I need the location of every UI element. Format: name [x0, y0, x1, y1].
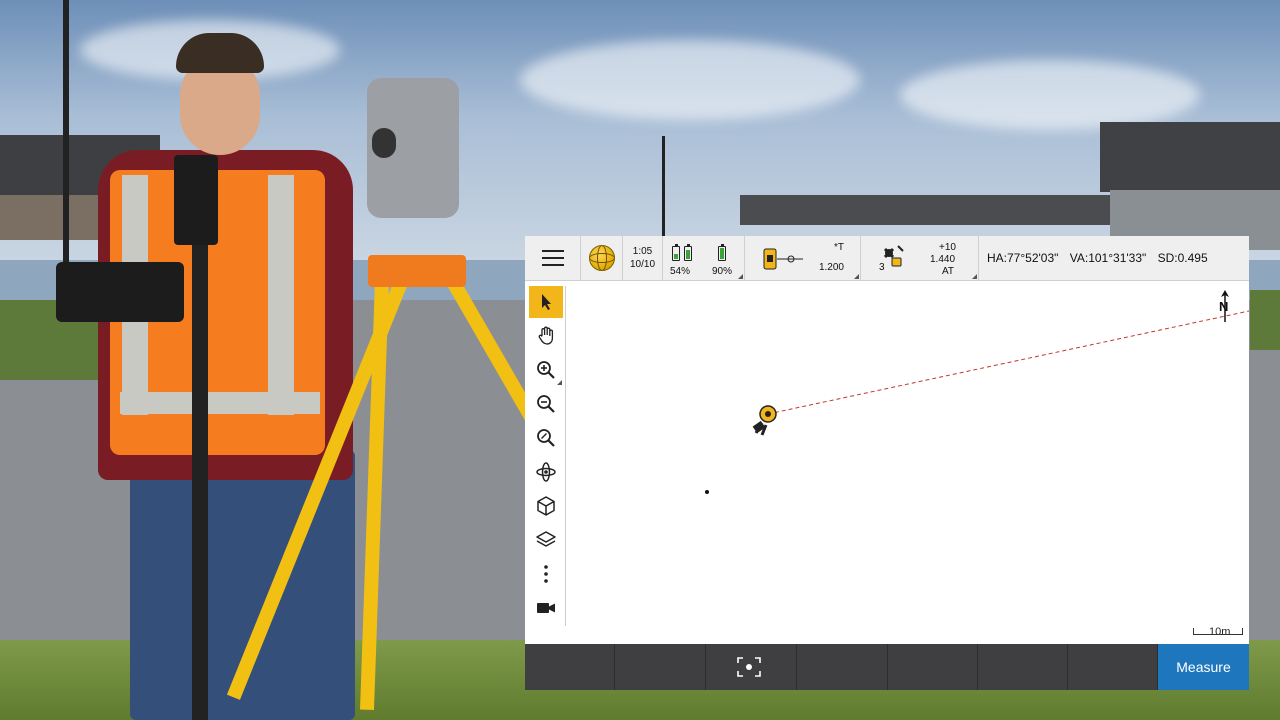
- battery-icon: [684, 243, 692, 261]
- instrument-status[interactable]: *T 1.200: [745, 236, 861, 280]
- angle-readout[interactable]: HA:77°52'03" VA:101°31'33" SD:0.495: [979, 236, 1249, 280]
- total-station-icon: [763, 248, 803, 270]
- zoom-extents-tool[interactable]: [529, 422, 563, 454]
- vest-stripe: [268, 175, 294, 415]
- antenna-height: 1.440: [930, 254, 956, 265]
- street-light: [662, 136, 665, 236]
- status-bar: 1:05 10/10 54% 90% *T 1.200 3 +10 1.440 …: [525, 236, 1249, 281]
- line-to-target: [767, 310, 1249, 415]
- va-readout: VA:101°31'33": [1069, 251, 1147, 265]
- softkey-6[interactable]: [978, 644, 1068, 690]
- target-label: *T: [834, 242, 844, 253]
- house-roof: [1100, 122, 1280, 192]
- prism: [174, 155, 218, 245]
- softkey-7[interactable]: [1068, 644, 1158, 690]
- sat-mode: AT: [942, 266, 955, 277]
- softkey-2[interactable]: [615, 644, 706, 690]
- hamburger-icon: [541, 250, 564, 266]
- battery-icon: [718, 243, 726, 261]
- view-cube-tool[interactable]: [529, 490, 563, 522]
- layers-tool[interactable]: [529, 524, 563, 556]
- zoom-extents-icon: [537, 429, 555, 447]
- time-text: 1:05: [632, 246, 653, 257]
- softkey-4[interactable]: [797, 644, 888, 690]
- softkey-target[interactable]: [706, 644, 797, 690]
- menu-button[interactable]: [525, 236, 581, 280]
- sd-readout: SD:0.495: [1157, 251, 1208, 265]
- instrument-battery-text: 90%: [712, 266, 733, 277]
- measure-button[interactable]: Measure: [1158, 644, 1249, 690]
- focus-target-icon: [737, 657, 761, 677]
- scale-bar: [1193, 628, 1243, 635]
- job-button[interactable]: [581, 236, 623, 280]
- vest-stripe: [120, 392, 320, 414]
- orbit-tool[interactable]: [529, 456, 563, 488]
- ha-readout: HA:77°52'03": [987, 251, 1059, 265]
- globe-icon: [588, 245, 615, 271]
- prism-pole: [192, 240, 208, 720]
- lawn: [1250, 290, 1280, 350]
- controller-tablet: [56, 262, 184, 322]
- cloud: [900, 60, 1200, 130]
- total-station-lens: [372, 128, 396, 158]
- target-height: 1.200: [818, 262, 844, 273]
- person-hair: [176, 33, 264, 73]
- pan-hand-icon: [538, 326, 554, 345]
- tripod-head: [368, 255, 466, 287]
- sat-offset: +10: [939, 242, 956, 253]
- softkey-1[interactable]: [525, 644, 615, 690]
- survey-app-panel: 1:05 10/10 54% 90% *T 1.200 3 +10 1.440 …: [525, 236, 1249, 690]
- cube-view-icon: [537, 496, 555, 516]
- cloud: [520, 40, 860, 120]
- zoom-out-icon: [537, 395, 555, 413]
- bottom-bar: Measure: [525, 644, 1249, 690]
- more-icon: [544, 565, 548, 583]
- select-arrow-icon: [542, 294, 551, 310]
- more-tool[interactable]: [529, 558, 563, 590]
- select-tool[interactable]: [529, 286, 563, 318]
- video-tool[interactable]: [529, 592, 563, 624]
- date-text: 10/10: [629, 259, 656, 270]
- satellite-count: 3: [879, 262, 885, 273]
- pan-tool[interactable]: [529, 320, 563, 352]
- map-toolbar: [525, 286, 566, 626]
- controller-battery-text: 54%: [670, 266, 691, 277]
- zoom-out-tool[interactable]: [529, 388, 563, 420]
- battery-status[interactable]: 54% 90%: [663, 236, 745, 280]
- north-label: N: [1219, 299, 1229, 314]
- softkey-5[interactable]: [888, 644, 978, 690]
- zoom-in-tool[interactable]: [529, 354, 563, 386]
- survey-point[interactable]: [705, 490, 709, 494]
- zoom-in-icon: [537, 361, 555, 379]
- clock: 1:05 10/10: [623, 236, 663, 280]
- battery-icon: [672, 243, 680, 261]
- orbit-icon: [536, 462, 556, 482]
- video-icon: [537, 603, 555, 613]
- total-station-marker[interactable]: [752, 405, 777, 436]
- gnss-status[interactable]: 3 +10 1.440 AT: [861, 236, 979, 280]
- map-canvas[interactable]: [566, 281, 1249, 644]
- layers-icon: [536, 531, 556, 547]
